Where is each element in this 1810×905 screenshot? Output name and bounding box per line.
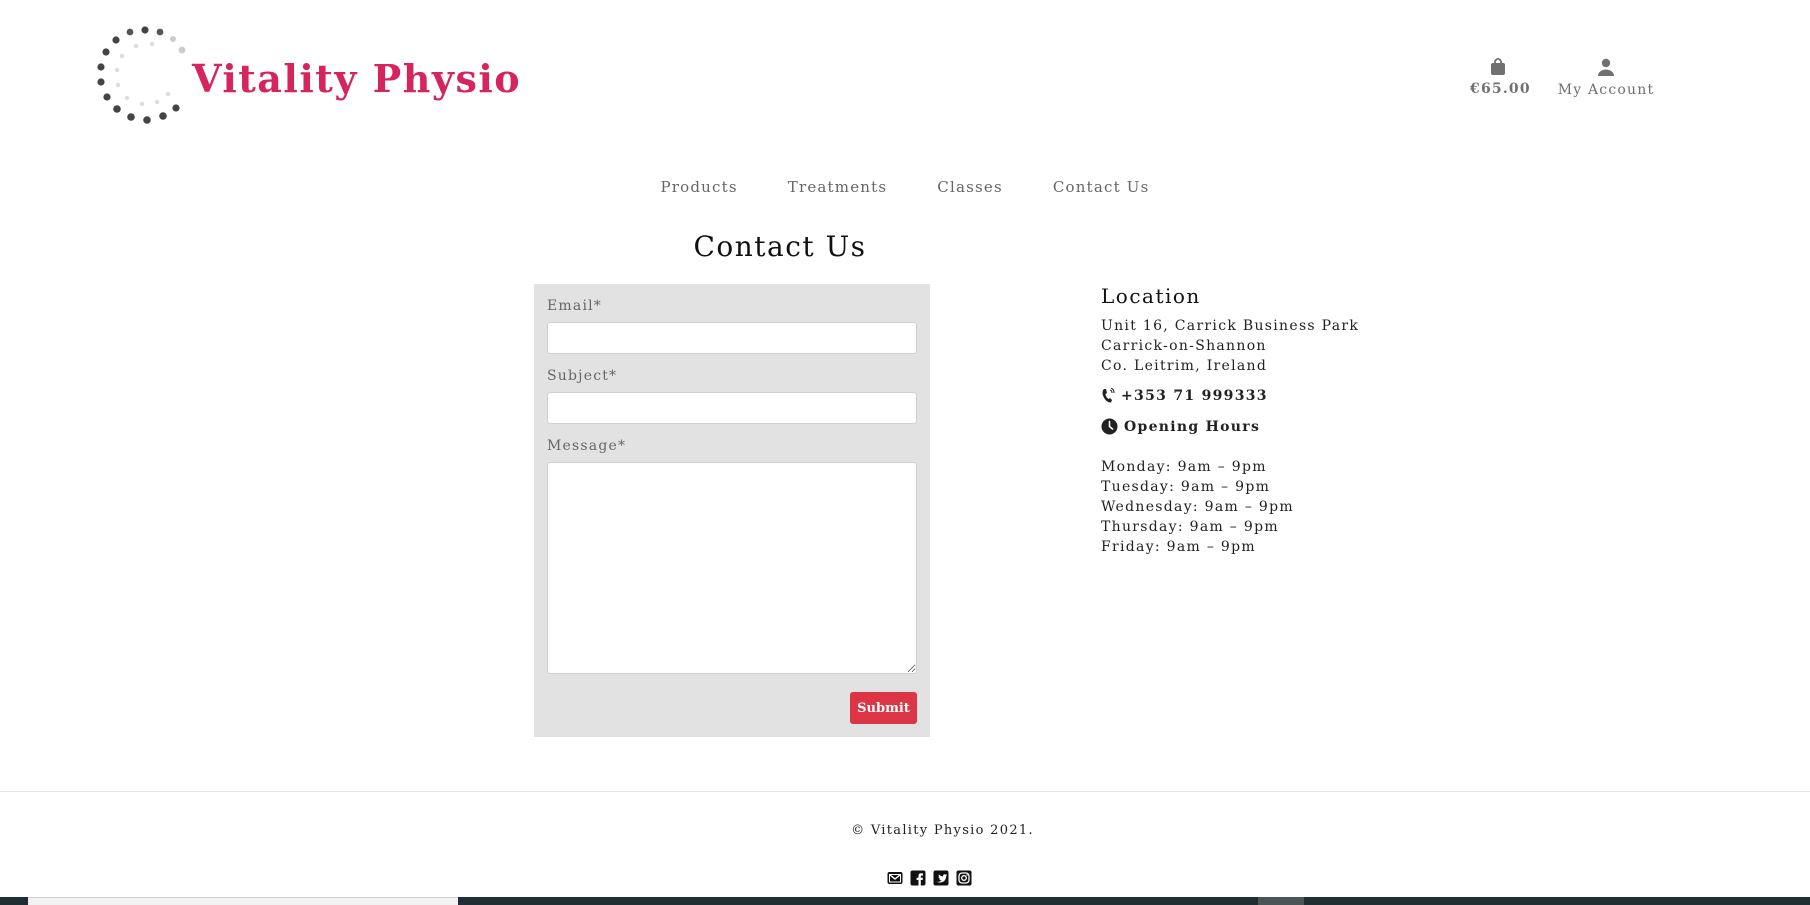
- footer-divider: [0, 791, 1810, 792]
- message-label: Message*: [547, 438, 627, 454]
- subject-label: Subject*: [547, 368, 618, 384]
- logo-link[interactable]: Vitality Physio: [92, 22, 520, 132]
- address-line: Carrick-on-Shannon: [1101, 338, 1267, 354]
- twitter-icon[interactable]: [933, 870, 949, 886]
- opening-hours-row: Opening Hours: [1101, 418, 1481, 435]
- location-panel: Location Unit 16, Carrick Business Park …: [1101, 284, 1481, 557]
- location-heading: Location: [1101, 284, 1201, 308]
- hours-list: Monday: 9am – 9pm Tuesday: 9am – 9pm Wed…: [1101, 457, 1481, 557]
- phone-icon: [1102, 388, 1115, 403]
- subject-field[interactable]: [547, 392, 917, 424]
- instagram-icon[interactable]: [956, 870, 972, 886]
- social-links: [887, 870, 972, 886]
- submit-button[interactable]: Submit: [850, 692, 917, 724]
- bag-total: €65.00: [1470, 81, 1531, 97]
- contact-form: Email* Subject* Message* Submit: [534, 284, 930, 737]
- phone-row: +353 71 999333: [1101, 388, 1481, 404]
- opening-hours-heading: Opening Hours: [1124, 418, 1261, 435]
- nav-item-contact-us[interactable]: Contact Us: [1053, 178, 1150, 196]
- browser-bottom-bar: [0, 897, 1810, 905]
- hours-item: Tuesday: 9am – 9pm: [1101, 479, 1271, 495]
- facebook-icon[interactable]: [910, 870, 926, 886]
- page-title: Contact Us: [693, 230, 867, 263]
- nav-item-products[interactable]: Products: [660, 178, 737, 196]
- nav-item-classes[interactable]: Classes: [937, 178, 1003, 196]
- hours-item: Friday: 9am – 9pm: [1101, 539, 1256, 555]
- user-icon: [1598, 58, 1614, 76]
- hours-item: Wednesday: 9am – 9pm: [1101, 499, 1294, 515]
- address-line: Unit 16, Carrick Business Park: [1101, 318, 1360, 334]
- email-label: Email*: [547, 298, 602, 314]
- bottom-bar-segment: [1258, 897, 1304, 905]
- account-label: My Account: [1557, 82, 1655, 98]
- nav-item-treatments[interactable]: Treatments: [788, 178, 888, 196]
- shopping-bag-icon: [1491, 58, 1505, 75]
- phone-number: +353 71 999333: [1121, 388, 1268, 404]
- email-field[interactable]: [547, 322, 917, 354]
- brand-name: Vitality Physio: [192, 56, 522, 101]
- hours-item: Monday: 9am – 9pm: [1101, 459, 1267, 475]
- copyright: © Vitality Physio 2021.: [851, 823, 1034, 838]
- shopping-bag-button[interactable]: €65.00: [1470, 58, 1530, 97]
- clock-icon: [1101, 418, 1118, 435]
- logo-ring-icon: [97, 26, 186, 124]
- address-line: Co. Leitrim, Ireland: [1101, 358, 1268, 374]
- hours-item: Thursday: 9am – 9pm: [1101, 519, 1279, 535]
- bottom-bar-segment: [28, 897, 458, 905]
- my-account-button[interactable]: My Account: [1556, 58, 1656, 98]
- main-nav: Products Treatments Classes Contact Us: [0, 178, 1810, 196]
- email-icon[interactable]: [887, 870, 903, 886]
- message-field[interactable]: [547, 462, 917, 674]
